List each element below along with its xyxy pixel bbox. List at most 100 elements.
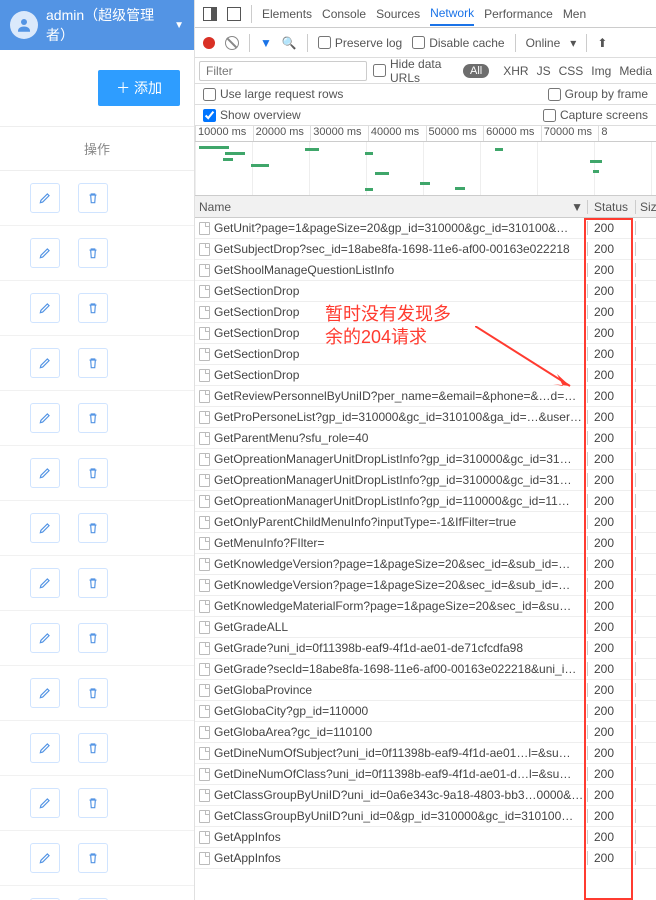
filter-input[interactable] bbox=[199, 61, 367, 81]
tab-sources[interactable]: Sources bbox=[376, 3, 420, 25]
large-rows-checkbox[interactable]: Use large request rows bbox=[203, 87, 343, 101]
table-row[interactable]: GetGlobaProvince200 bbox=[195, 680, 656, 701]
delete-button[interactable] bbox=[78, 458, 108, 488]
throttling-select[interactable]: Online bbox=[526, 36, 561, 50]
table-row[interactable]: GetOpreationManagerUnitDropListInfo?gp_i… bbox=[195, 470, 656, 491]
delete-button[interactable] bbox=[78, 733, 108, 763]
search-icon[interactable]: 🔍 bbox=[282, 36, 297, 50]
document-icon bbox=[199, 621, 210, 634]
filter-type-media[interactable]: Media bbox=[619, 64, 652, 78]
delete-button[interactable] bbox=[78, 678, 108, 708]
table-row[interactable]: GetSectionDrop200 bbox=[195, 365, 656, 386]
edit-button[interactable] bbox=[30, 678, 60, 708]
table-row[interactable]: GetKnowledgeMaterialForm?page=1&pageSize… bbox=[195, 596, 656, 617]
table-row[interactable]: GetClassGroupByUniID?uni_id=0&gp_id=3100… bbox=[195, 806, 656, 827]
table-row[interactable]: GetOpreationManagerUnitDropListInfo?gp_i… bbox=[195, 449, 656, 470]
tab-elements[interactable]: Elements bbox=[262, 3, 312, 25]
filter-type-img[interactable]: Img bbox=[591, 64, 611, 78]
network-table-body[interactable]: GetUnit?page=1&pageSize=20&gp_id=310000&… bbox=[195, 218, 656, 900]
table-row[interactable]: GetSectionDrop200 bbox=[195, 323, 656, 344]
table-row[interactable]: GetAppInfos200 bbox=[195, 827, 656, 848]
edit-button[interactable] bbox=[30, 623, 60, 653]
tab-performance[interactable]: Performance bbox=[484, 3, 553, 25]
dock-side-icon[interactable] bbox=[203, 7, 217, 21]
table-row[interactable]: GetUnit?page=1&pageSize=20&gp_id=310000&… bbox=[195, 218, 656, 239]
table-row[interactable]: GetProPersoneList?gp_id=310000&gc_id=310… bbox=[195, 407, 656, 428]
table-row[interactable]: GetMenuInfo?FIlter=200 bbox=[195, 533, 656, 554]
request-status: 200 bbox=[588, 536, 636, 550]
delete-button[interactable] bbox=[78, 348, 108, 378]
edit-button[interactable] bbox=[30, 843, 60, 873]
request-name: GetGradeALL bbox=[214, 620, 288, 634]
filter-type-css[interactable]: CSS bbox=[559, 64, 584, 78]
table-row[interactable]: GetDineNumOfSubject?uni_id=0f11398b-eaf9… bbox=[195, 743, 656, 764]
col-name[interactable]: Name▼ bbox=[195, 200, 588, 214]
filter-all[interactable]: All bbox=[463, 64, 489, 78]
table-row[interactable]: GetSectionDrop200 bbox=[195, 281, 656, 302]
user-dropdown[interactable]: admin（超级管理者） ▼ bbox=[0, 0, 194, 50]
document-icon bbox=[199, 327, 210, 340]
capture-screenshots-checkbox[interactable]: Capture screens bbox=[543, 108, 648, 122]
request-status: 200 bbox=[588, 620, 636, 634]
table-row[interactable]: GetGradeALL 200 bbox=[195, 617, 656, 638]
table-row[interactable]: GetKnowledgeVersion?page=1&pageSize=20&s… bbox=[195, 554, 656, 575]
filter-type-xhr[interactable]: XHR bbox=[503, 64, 528, 78]
table-row[interactable]: GetSubjectDrop?sec_id=18abe8fa-1698-11e6… bbox=[195, 239, 656, 260]
device-toolbar-icon[interactable] bbox=[227, 7, 241, 21]
add-button[interactable]: ＋ 添加 bbox=[98, 70, 180, 106]
edit-button[interactable] bbox=[30, 788, 60, 818]
delete-button[interactable] bbox=[78, 403, 108, 433]
timeline-tick: 40000 ms bbox=[368, 126, 426, 141]
delete-button[interactable] bbox=[78, 513, 108, 543]
show-overview-checkbox[interactable]: Show overview bbox=[203, 108, 301, 122]
delete-button[interactable] bbox=[78, 843, 108, 873]
table-row[interactable]: GetOpreationManagerUnitDropListInfo?gp_i… bbox=[195, 491, 656, 512]
edit-button[interactable] bbox=[30, 238, 60, 268]
delete-button[interactable] bbox=[78, 568, 108, 598]
preserve-log-checkbox[interactable]: Preserve log bbox=[318, 36, 402, 50]
tab-console[interactable]: Console bbox=[322, 3, 366, 25]
edit-button[interactable] bbox=[30, 513, 60, 543]
group-by-frame-checkbox[interactable]: Group by frame bbox=[548, 87, 648, 101]
table-row[interactable]: GetSectionDrop200 bbox=[195, 344, 656, 365]
table-row[interactable]: GetGlobaCity?gp_id=110000200 bbox=[195, 701, 656, 722]
col-size[interactable]: Siz bbox=[636, 200, 656, 214]
table-row[interactable]: GetOnlyParentChildMenuInfo?inputType=-1&… bbox=[195, 512, 656, 533]
record-icon[interactable] bbox=[203, 37, 215, 49]
clear-icon[interactable] bbox=[225, 36, 239, 50]
table-row[interactable]: GetGrade?secId=18abe8fa-1698-11e6-af00-0… bbox=[195, 659, 656, 680]
edit-button[interactable] bbox=[30, 403, 60, 433]
edit-button[interactable] bbox=[30, 183, 60, 213]
upload-icon[interactable]: ⬆ bbox=[597, 36, 607, 50]
filter-icon[interactable]: ▼ bbox=[260, 36, 272, 50]
table-row[interactable]: GetClassGroupByUniID?uni_id=0a6e343c-9a1… bbox=[195, 785, 656, 806]
waterfall-overview[interactable] bbox=[195, 142, 656, 196]
table-row[interactable]: GetReviewPersonnelByUniID?per_name=&emai… bbox=[195, 386, 656, 407]
table-row[interactable]: GetParentMenu?sfu_role=40200 bbox=[195, 428, 656, 449]
edit-button[interactable] bbox=[30, 568, 60, 598]
delete-button[interactable] bbox=[78, 238, 108, 268]
tab-memory[interactable]: Men bbox=[563, 3, 586, 25]
delete-button[interactable] bbox=[78, 788, 108, 818]
table-row[interactable]: GetGrade?uni_id=0f11398b-eaf9-4f1d-ae01-… bbox=[195, 638, 656, 659]
tab-network[interactable]: Network bbox=[430, 2, 474, 26]
disable-cache-checkbox[interactable]: Disable cache bbox=[412, 36, 504, 50]
delete-button[interactable] bbox=[78, 293, 108, 323]
edit-button[interactable] bbox=[30, 348, 60, 378]
hide-data-urls-checkbox[interactable]: Hide data URLs bbox=[373, 57, 457, 85]
edit-button[interactable] bbox=[30, 293, 60, 323]
table-row[interactable]: GetKnowledgeVersion?page=1&pageSize=20&s… bbox=[195, 575, 656, 596]
document-icon bbox=[199, 705, 210, 718]
filter-type-js[interactable]: JS bbox=[537, 64, 551, 78]
username-label: admin（超级管理者） bbox=[46, 5, 166, 45]
table-row[interactable]: GetDineNumOfClass?uni_id=0f11398b-eaf9-4… bbox=[195, 764, 656, 785]
edit-button[interactable] bbox=[30, 733, 60, 763]
delete-button[interactable] bbox=[78, 623, 108, 653]
delete-button[interactable] bbox=[78, 183, 108, 213]
table-row[interactable]: GetGlobaArea?gc_id=110100200 bbox=[195, 722, 656, 743]
table-row[interactable]: GetSectionDrop200 bbox=[195, 302, 656, 323]
table-row[interactable]: GetAppInfos200 bbox=[195, 848, 656, 869]
table-row[interactable]: GetShoolManageQuestionListInfo200 bbox=[195, 260, 656, 281]
edit-button[interactable] bbox=[30, 458, 60, 488]
col-status[interactable]: Status bbox=[588, 200, 636, 214]
